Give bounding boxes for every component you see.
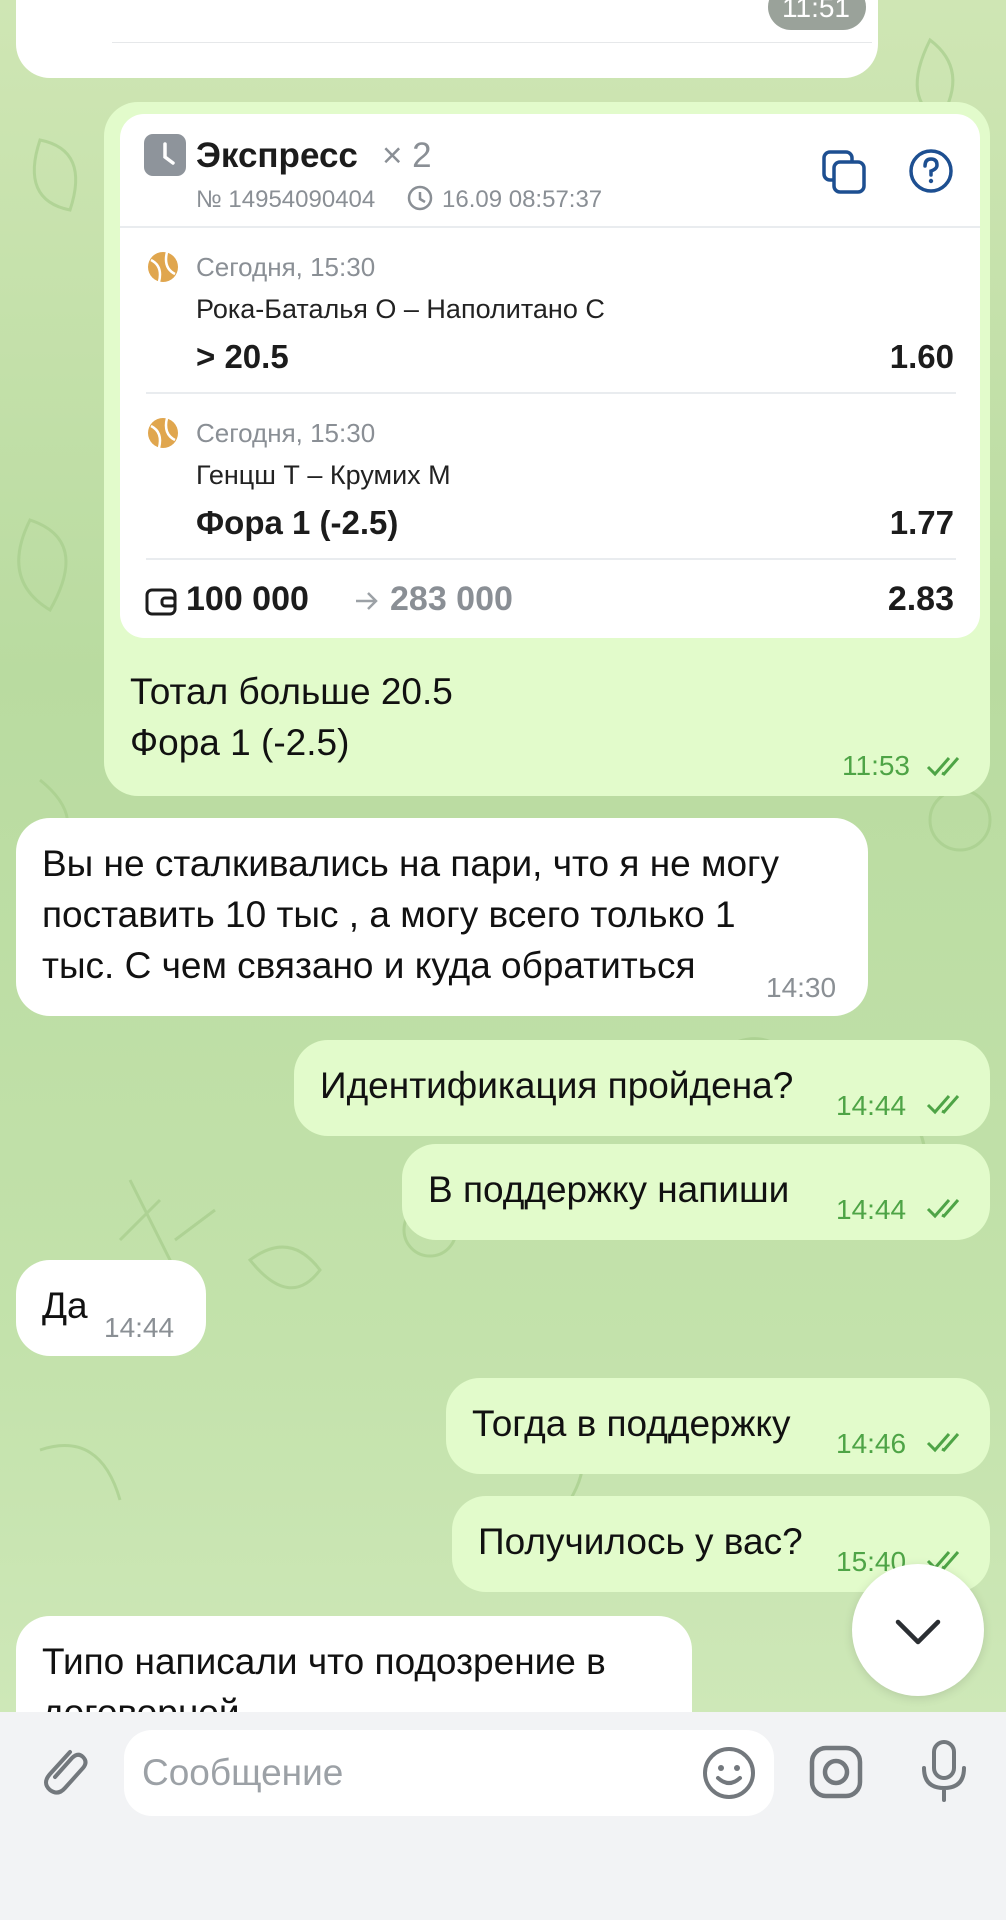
message-outgoing[interactable]: Тогда в поддержку 14:46 bbox=[446, 1378, 990, 1474]
message-text: Тотал больше 20.5 Фора 1 (-2.5) bbox=[130, 671, 453, 763]
message-text: Получилось у вас? bbox=[478, 1521, 803, 1562]
message-incoming[interactable]: Вы не сталкивались на пари, что я не мог… bbox=[16, 818, 868, 1016]
scroll-down-button[interactable] bbox=[852, 1564, 984, 1696]
help-icon[interactable] bbox=[906, 146, 956, 196]
camera-button[interactable] bbox=[806, 1742, 866, 1802]
microphone-icon bbox=[922, 1740, 966, 1802]
event-odds: 1.60 bbox=[889, 338, 954, 375]
message-time: 14:44 bbox=[836, 1194, 907, 1225]
message-text: Вы не сталкивались на пари, что я не мог… bbox=[42, 843, 780, 986]
double-check-icon bbox=[926, 757, 960, 777]
clock-icon bbox=[144, 134, 186, 176]
wallet-icon bbox=[144, 584, 178, 618]
message-outgoing-bet[interactable]: Экспресс × 2 № 14954090404 16.09 08:57:3… bbox=[104, 102, 990, 796]
divider bbox=[146, 558, 956, 560]
event-market: Фора 1 (-2.5) bbox=[196, 504, 399, 541]
message-placeholder: Сообщение bbox=[142, 1752, 344, 1793]
copy-icon[interactable] bbox=[820, 148, 868, 196]
message-time: 14:46 bbox=[836, 1428, 907, 1459]
bet-card[interactable]: Экспресс × 2 № 14954090404 16.09 08:57:3… bbox=[120, 114, 980, 638]
message-outgoing[interactable]: В поддержку напиши 14:44 bbox=[402, 1144, 990, 1240]
message-time: 14:44 bbox=[836, 1090, 907, 1121]
message-text: Да bbox=[42, 1285, 88, 1326]
composer-bar: Сообщение bbox=[0, 1712, 1006, 1920]
tennis-ball-icon bbox=[146, 416, 180, 450]
double-check-icon bbox=[926, 1433, 960, 1453]
message-outgoing[interactable]: Идентификация пройдена? 14:44 bbox=[294, 1040, 990, 1136]
message-time: 11:51 bbox=[782, 0, 850, 23]
emoji-icon bbox=[703, 1747, 755, 1799]
bet-event[interactable]: Сегодня, 15:30 Рока-Баталья О – Наполита… bbox=[120, 228, 980, 388]
chevron-down-icon bbox=[895, 1619, 941, 1645]
bet-multiplier: × 2 bbox=[382, 136, 432, 175]
attach-button[interactable] bbox=[30, 1738, 94, 1802]
message-time: 14:44 bbox=[104, 1312, 175, 1343]
message-incoming[interactable]: 11:51 bbox=[16, 0, 878, 78]
bet-datetime: 16.09 08:57:37 bbox=[442, 186, 603, 213]
time-badge: 11:51 bbox=[768, 0, 866, 30]
bet-number: № 14954090404 bbox=[196, 186, 376, 213]
divider bbox=[112, 42, 872, 43]
message-text: Идентификация пройдена? bbox=[320, 1065, 794, 1106]
message-incoming[interactable]: Да 14:44 bbox=[16, 1260, 206, 1356]
event-time: Сегодня, 15:30 bbox=[196, 418, 376, 448]
bet-stake: 100 000 bbox=[186, 580, 309, 618]
event-match: Рока-Баталья О – Наполитано С bbox=[196, 294, 605, 324]
event-market: > 20.5 bbox=[196, 338, 289, 375]
message-input[interactable]: Сообщение bbox=[124, 1730, 774, 1816]
message-time: 14:30 bbox=[766, 972, 837, 1003]
arrow-right-icon bbox=[352, 586, 382, 616]
clock-icon bbox=[406, 184, 434, 212]
emoji-button[interactable] bbox=[700, 1744, 758, 1802]
event-time: Сегодня, 15:30 bbox=[196, 252, 376, 282]
voice-button[interactable] bbox=[916, 1738, 972, 1806]
message-time: 11:53 bbox=[842, 750, 910, 781]
tennis-ball-icon bbox=[146, 250, 180, 284]
event-match: Генцш Т – Крумих М bbox=[196, 460, 451, 490]
bet-total-odds: 2.83 bbox=[887, 580, 954, 618]
message-incoming[interactable]: Типо написали что подозрение в договорно… bbox=[16, 1616, 692, 1712]
camera-icon bbox=[809, 1745, 863, 1799]
bet-title: Экспресс bbox=[196, 136, 358, 175]
double-check-icon bbox=[926, 1095, 960, 1115]
message-text: В поддержку напиши bbox=[428, 1169, 790, 1210]
message-text: Тогда в поддержку bbox=[472, 1403, 791, 1444]
chat-area[interactable]: 11:51 Экспресс × 2 № 14954090404 16.09 0… bbox=[0, 0, 1006, 1712]
paperclip-icon bbox=[44, 1750, 88, 1795]
event-odds: 1.77 bbox=[889, 504, 954, 541]
double-check-icon bbox=[926, 1199, 960, 1219]
message-text: Типо написали что подозрение в договорно… bbox=[42, 1641, 606, 1712]
bet-event[interactable]: Сегодня, 15:30 Генцш Т – Крумих М Фора 1… bbox=[120, 394, 980, 554]
bet-payout: 283 000 bbox=[390, 580, 513, 618]
